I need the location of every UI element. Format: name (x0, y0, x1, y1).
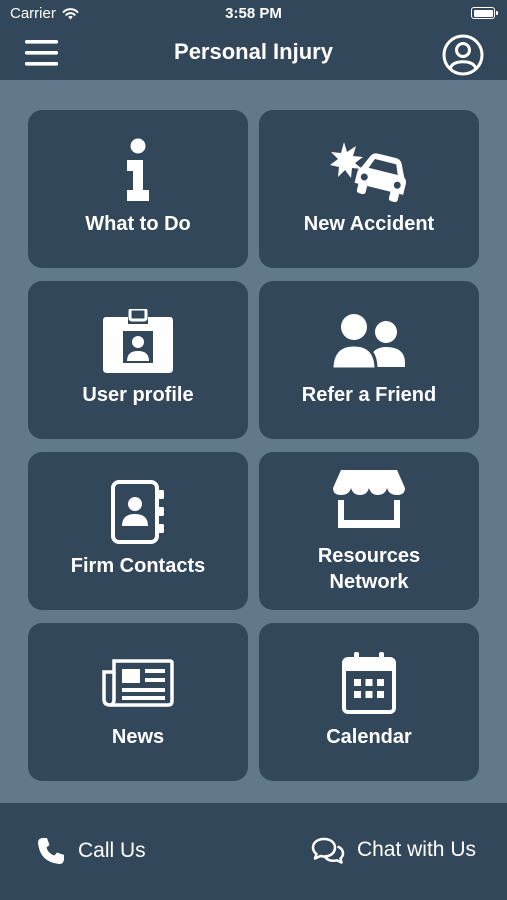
users-icon (330, 312, 405, 371)
tile-user-profile[interactable]: User profile (28, 281, 248, 439)
status-time: 3:58 PM (225, 5, 282, 22)
chat-with-us-button[interactable]: Chat with Us (311, 836, 476, 864)
tile-label: User profile (82, 384, 194, 406)
tile-calendar[interactable]: Calendar (259, 623, 479, 781)
battery-level (473, 9, 493, 17)
store-icon (333, 470, 405, 528)
phone-icon (38, 838, 64, 864)
user-circle-icon (442, 34, 484, 76)
address-book-icon (111, 480, 164, 544)
tile-label: Resources Network (317, 545, 421, 593)
tile-refer-a-friend[interactable]: Refer a Friend (259, 281, 479, 439)
profile-button[interactable] (442, 34, 484, 76)
tile-label: Firm Contacts (70, 555, 206, 577)
tile-firm-contacts[interactable]: Firm Contacts (28, 452, 248, 610)
hamburger-menu-icon (25, 40, 58, 66)
status-bar: Carrier 3:58 PM (0, 0, 507, 28)
calendar-icon (342, 652, 396, 714)
newspaper-icon (102, 659, 174, 707)
tile-new-accident[interactable]: New Accident (259, 110, 479, 268)
tile-label: News (111, 726, 165, 748)
id-badge-icon (103, 309, 173, 373)
info-icon (127, 138, 149, 201)
tile-label: Refer a Friend (301, 384, 437, 406)
call-us-button[interactable]: Call Us (36, 836, 146, 866)
tile-label: New Accident (303, 213, 435, 235)
tile-resources-network[interactable]: Resources Network (259, 452, 479, 610)
menu-grid: What to Do New Accident User profile Ref… (28, 110, 479, 781)
battery-icon (471, 7, 498, 19)
call-us-label: Call Us (78, 839, 146, 862)
tile-label: Calendar (326, 726, 412, 748)
tile-label: What to Do (85, 213, 191, 235)
chat-with-us-label: Chat with Us (356, 838, 476, 861)
bottom-bar: Call Us Chat with Us (0, 803, 507, 900)
page-title: Personal Injury (174, 39, 333, 64)
tile-what-to-do[interactable]: What to Do (28, 110, 248, 268)
nav-bar: Personal Injury (0, 28, 507, 80)
car-crash-icon (330, 142, 407, 202)
tile-news[interactable]: News (28, 623, 248, 781)
menu-button[interactable] (24, 38, 60, 68)
chat-bubbles-icon (311, 837, 345, 864)
